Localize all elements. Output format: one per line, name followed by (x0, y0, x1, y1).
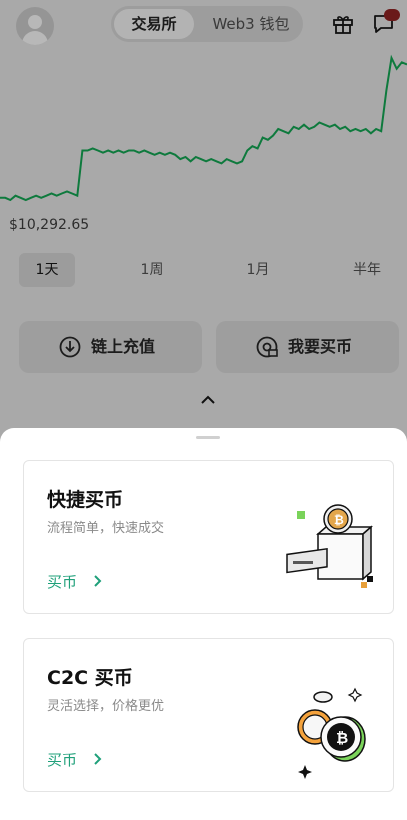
chat-button[interactable] (372, 9, 400, 35)
chevron-up-icon[interactable] (199, 393, 217, 407)
avatar[interactable] (16, 7, 54, 45)
c2c-buy-link[interactable]: 买币 (47, 749, 77, 770)
quick-buy-card[interactable]: 快捷买币 流程简单，快速成交 买币 ₿ (23, 460, 394, 614)
coins-illustration: ₿ (297, 687, 366, 779)
tab-web3-wallet[interactable]: Web3 钱包 (201, 9, 301, 39)
price-chart (0, 54, 407, 202)
deposit-label: 链上充值 (91, 337, 156, 356)
chevron-right-icon (94, 753, 102, 765)
avatar-body-shape (22, 31, 48, 45)
period-6m[interactable]: 半年 (339, 253, 395, 287)
gift-icon[interactable] (332, 13, 354, 35)
buy-crypto-button[interactable]: 我要买币 (216, 321, 399, 373)
period-selector: 1天 1周 1月 半年 (0, 253, 407, 289)
c2c-buy-card[interactable]: C2C 买币 灵活选择，价格更优 买币 ₿ (23, 638, 394, 792)
period-1d[interactable]: 1天 (19, 253, 75, 287)
svg-text:₿: ₿ (336, 729, 348, 747)
period-1w[interactable]: 1周 (124, 253, 180, 287)
chevron-right-icon (94, 575, 102, 587)
sheet-drag-handle[interactable] (196, 436, 220, 439)
coin-search-icon (256, 336, 278, 358)
chart-series-line (0, 54, 407, 202)
avatar-head-shape (28, 15, 42, 29)
buy-options-sheet: 快捷买币 流程简单，快速成交 买币 ₿ C2C 买币 灵活选择，价格更优 买币 (0, 428, 407, 820)
atm-bitcoin-illustration: ₿ (286, 504, 373, 588)
quick-buy-title: 快捷买币 (47, 489, 124, 511)
quick-buy-link[interactable]: 买币 (47, 571, 77, 592)
svg-text:₿: ₿ (334, 513, 344, 527)
mode-switch: 交易所 Web3 钱包 (111, 6, 303, 42)
c2c-buy-subtitle: 灵活选择，价格更优 (47, 699, 165, 714)
deposit-button[interactable]: 链上充值 (19, 321, 202, 373)
c2c-buy-title: C2C 买币 (47, 667, 133, 689)
buy-crypto-label: 我要买币 (288, 337, 353, 356)
notification-badge (384, 9, 400, 21)
top-bar: 交易所 Web3 钱包 (0, 0, 407, 50)
tab-exchange[interactable]: 交易所 (114, 9, 194, 39)
period-1m[interactable]: 1月 (230, 253, 286, 287)
quick-buy-subtitle: 流程简单，快速成交 (47, 521, 165, 536)
chart-low-price: $10,292.65 (9, 217, 90, 233)
download-icon (59, 336, 81, 358)
background-page: 交易所 Web3 钱包 $10,292.65 1天 1周 1月 半年 链上充值 … (0, 0, 407, 430)
